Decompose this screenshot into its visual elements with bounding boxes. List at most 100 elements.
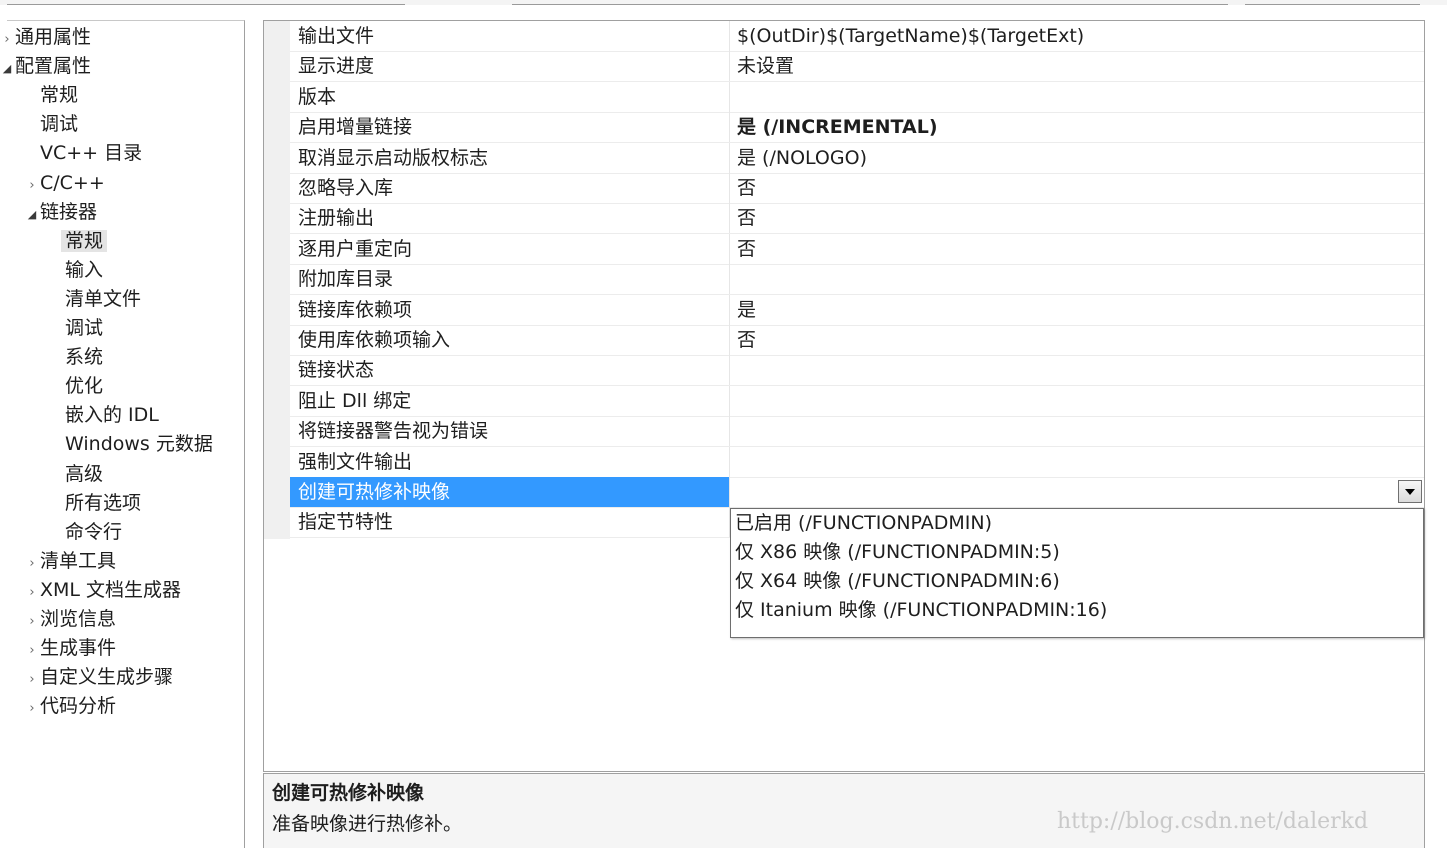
- property-value[interactable]: [731, 447, 1424, 477]
- tree-item[interactable]: › C/C++: [24, 170, 104, 199]
- property-name[interactable]: 取消显示启动版权标志: [290, 142, 730, 173]
- dropdown-option[interactable]: 仅 Itanium 映像 (/FUNCTIONPADMIN:16): [731, 596, 1423, 625]
- property-name[interactable]: 忽略导入库: [290, 173, 730, 203]
- property-name[interactable]: 输出文件: [290, 21, 730, 51]
- collapse-arrow-icon[interactable]: ◢: [0, 55, 15, 82]
- property-name[interactable]: 启用增量链接: [290, 112, 730, 143]
- tree-item[interactable]: 调试: [24, 111, 78, 138]
- property-row[interactable]: 阻止 Dll 绑定: [290, 385, 1424, 417]
- property-name[interactable]: 阻止 Dll 绑定: [290, 385, 730, 416]
- expand-arrow-icon[interactable]: ›: [24, 666, 40, 693]
- collapse-arrow-icon[interactable]: ◢: [24, 201, 40, 228]
- property-row[interactable]: 忽略导入库否: [290, 173, 1424, 204]
- property-value[interactable]: [731, 355, 1424, 385]
- tree-item[interactable]: 嵌入的 IDL: [49, 402, 159, 429]
- property-row[interactable]: 注册输出否: [290, 203, 1424, 235]
- tree-item[interactable]: 常规: [49, 228, 108, 255]
- property-value[interactable]: 未设置: [731, 51, 1424, 81]
- tree-item[interactable]: ◢ 链接器: [24, 199, 97, 226]
- dropdown-arrow-button[interactable]: [1398, 480, 1422, 503]
- property-row[interactable]: 链接库依赖项是: [290, 294, 1424, 326]
- property-row[interactable]: 将链接器警告视为错误: [290, 416, 1424, 448]
- tree-item[interactable]: 输入: [49, 257, 103, 284]
- property-name[interactable]: 逐用户重定向: [290, 233, 730, 264]
- tree-item[interactable]: 高级: [49, 461, 103, 488]
- dropdown-option[interactable]: 仅 X64 映像 (/FUNCTIONPADMIN:6): [731, 567, 1423, 596]
- property-tree[interactable]: › 通用属性 ◢ 配置属性 常规 调试 VC++ 目录 › C/C++ ◢ 链接器 常规 输入 清单文件调…: [3, 20, 245, 848]
- dropdown-option[interactable]: 仅 X86 映像 (/FUNCTIONPADMIN:5): [731, 538, 1423, 567]
- tree-item[interactable]: › 通用属性: [0, 24, 91, 51]
- expand-arrow-icon[interactable]: ›: [24, 172, 40, 199]
- tree-item[interactable]: ◢ 配置属性: [0, 53, 91, 80]
- property-value[interactable]: 是 (/NOLOGO): [731, 143, 1424, 173]
- property-name[interactable]: 指定节特性: [290, 507, 730, 538]
- expand-arrow-icon[interactable]: ›: [24, 579, 40, 606]
- tree-item[interactable]: Windows 元数据: [49, 431, 213, 458]
- tree-item[interactable]: 系统: [49, 344, 103, 371]
- tree-item[interactable]: 优化: [49, 373, 103, 400]
- property-value-text: 否: [737, 177, 757, 199]
- tree-item-label: 系统: [65, 346, 104, 369]
- property-name[interactable]: 版本: [290, 81, 730, 112]
- property-value[interactable]: 是: [731, 295, 1424, 325]
- property-value[interactable]: 否: [731, 173, 1424, 203]
- property-row[interactable]: 显示进度 未设置: [290, 51, 1424, 83]
- description-text: 准备映像进行热修补。: [272, 813, 463, 835]
- property-name[interactable]: 强制文件输出: [290, 446, 730, 477]
- property-row[interactable]: 版本: [290, 81, 1424, 113]
- tree-item[interactable]: 调试: [49, 315, 103, 342]
- tree-item[interactable]: 常规: [24, 82, 78, 109]
- property-row[interactable]: 启用增量链接是 (/INCREMENTAL): [290, 112, 1424, 144]
- property-value[interactable]: [731, 264, 1424, 294]
- property-value-text: 是 (/NOLOGO): [737, 146, 867, 169]
- property-row[interactable]: 强制文件输出: [290, 446, 1424, 478]
- tree-item[interactable]: › 代码分析: [24, 693, 116, 720]
- tree-item[interactable]: › XML 文档生成器: [24, 577, 181, 604]
- tree-item[interactable]: › 生成事件: [24, 635, 116, 662]
- property-name[interactable]: 附加库目录: [290, 264, 730, 295]
- property-row[interactable]: 附加库目录: [290, 264, 1424, 296]
- tree-item[interactable]: 命令行: [49, 519, 122, 546]
- tree-item[interactable]: VC++ 目录: [24, 140, 142, 167]
- tree-item-label: 配置属性: [15, 55, 92, 78]
- property-value-text: 未设置: [737, 55, 795, 78]
- property-row[interactable]: 输出文件 $(OutDir)$(TargetName)$(TargetExt): [290, 21, 1424, 52]
- expand-arrow-icon[interactable]: ›: [24, 637, 40, 664]
- property-name[interactable]: 创建可热修补映像: [290, 477, 730, 507]
- tree-item-label: 链接器: [40, 200, 98, 223]
- property-value[interactable]: 否: [731, 234, 1424, 264]
- tree-item-label: 浏览信息: [40, 608, 117, 630]
- tree-item[interactable]: 所有选项: [49, 490, 141, 517]
- property-value[interactable]: [731, 416, 1424, 446]
- tree-item[interactable]: › 浏览信息: [24, 606, 116, 633]
- tree-item[interactable]: › 自定义生成步骤: [24, 664, 173, 691]
- top-rule: [1245, 4, 1420, 5]
- property-value[interactable]: 否: [731, 203, 1424, 233]
- expand-arrow-icon[interactable]: ›: [24, 608, 40, 635]
- property-value[interactable]: [731, 82, 1424, 112]
- property-value[interactable]: [731, 386, 1424, 416]
- property-value[interactable]: 是 (/INCREMENTAL): [731, 112, 1424, 142]
- property-value[interactable]: $(OutDir)$(TargetName)$(TargetExt): [731, 21, 1424, 51]
- value-dropdown-list[interactable]: 已启用 (/FUNCTIONPADMIN) 仅 X86 映像 (/FUNCTION…: [730, 508, 1424, 638]
- property-value[interactable]: [731, 477, 1424, 507]
- property-row[interactable]: 取消显示启动版权标志是 (/NOLOGO): [290, 142, 1424, 174]
- property-name[interactable]: 链接状态: [290, 355, 730, 386]
- tree-item-label: 调试: [65, 317, 104, 339]
- expand-arrow-icon[interactable]: ›: [24, 550, 40, 577]
- property-row[interactable]: 链接状态: [290, 355, 1424, 387]
- property-value[interactable]: 否: [731, 325, 1424, 355]
- expand-arrow-icon[interactable]: ›: [24, 695, 40, 722]
- property-row[interactable]: 逐用户重定向否: [290, 233, 1424, 265]
- property-row[interactable]: 使用库依赖项输入否: [290, 325, 1424, 356]
- property-name[interactable]: 注册输出: [290, 203, 730, 234]
- tree-item[interactable]: 清单文件: [49, 286, 141, 313]
- tree-item[interactable]: › 清单工具: [24, 548, 116, 575]
- property-name[interactable]: 显示进度: [290, 51, 730, 82]
- expand-arrow-icon[interactable]: ›: [0, 26, 15, 53]
- property-name[interactable]: 将链接器警告视为错误: [290, 416, 730, 447]
- property-name[interactable]: 链接库依赖项: [290, 294, 730, 325]
- dropdown-option[interactable]: 已启用 (/FUNCTIONPADMIN): [731, 509, 1423, 538]
- property-row[interactable]: 创建可热修补映像: [290, 477, 1424, 508]
- property-name[interactable]: 使用库依赖项输入: [290, 325, 730, 355]
